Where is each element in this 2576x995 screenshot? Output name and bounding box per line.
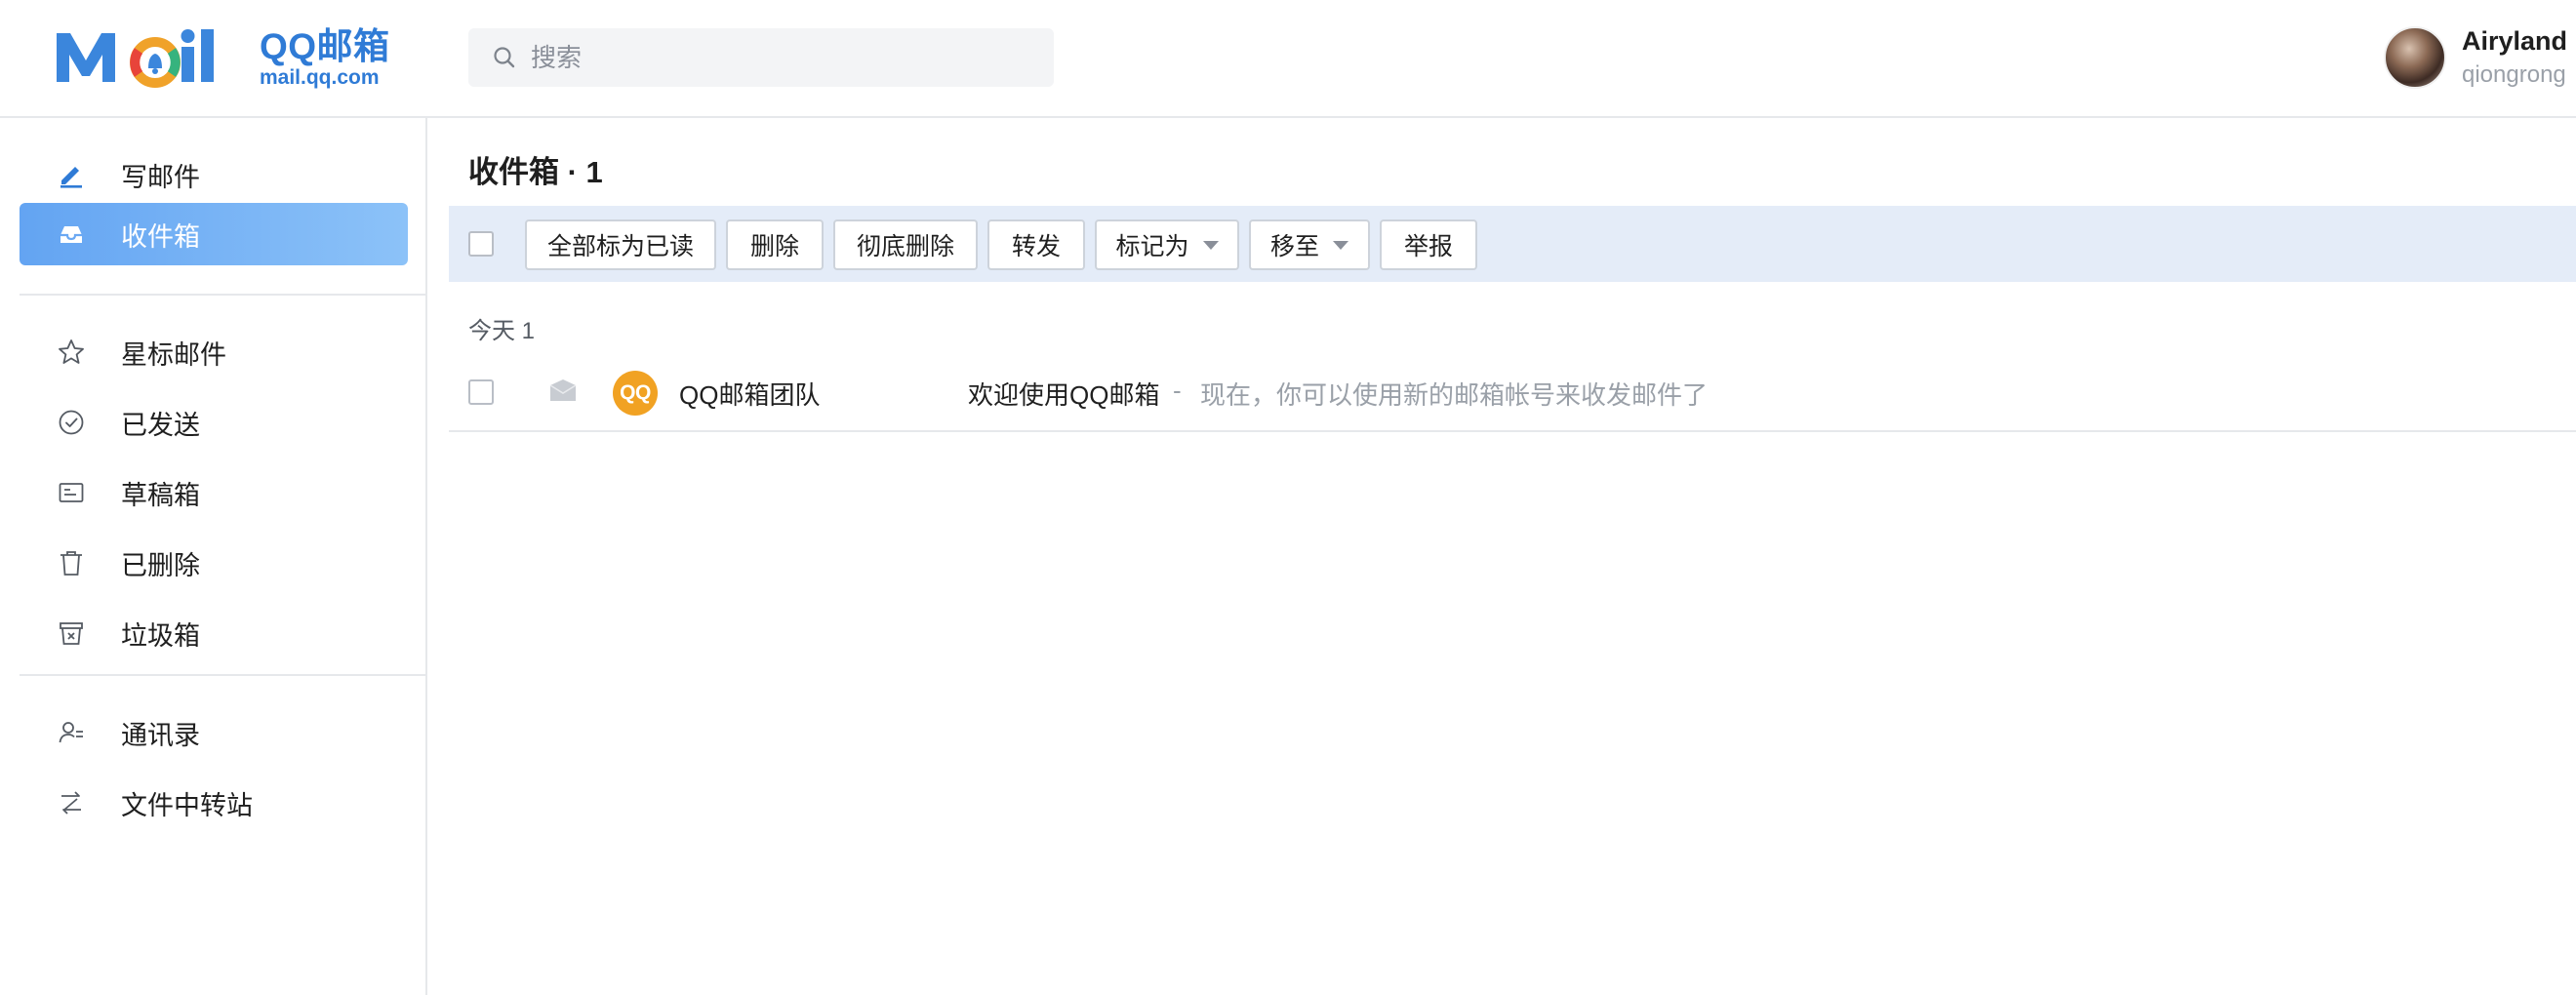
mark-all-read-button[interactable]: 全部标为已读 xyxy=(525,219,716,270)
forward-button[interactable]: 转发 xyxy=(987,219,1085,270)
move-to-dropdown[interactable]: 移至 xyxy=(1249,219,1370,270)
logo-title: QQ邮箱 xyxy=(260,26,390,66)
mail-list-item[interactable]: QQ QQ邮箱团队 欢迎使用QQ邮箱 - 现在，你可以使用新的邮箱帐号来收发邮件… xyxy=(449,352,2576,432)
mail-separator: - xyxy=(1173,376,1182,405)
top-header: QQ邮箱 mail.qq.com Airyland qiongrong xyxy=(0,0,2576,118)
sidebar-item-deleted[interactable]: 已删除 xyxy=(20,532,408,594)
sidebar-divider xyxy=(20,674,427,676)
sidebar-item-label: 已删除 xyxy=(121,550,200,580)
logo-domain: mail.qq.com xyxy=(260,66,380,89)
sidebar-item-inbox[interactable]: 收件箱 xyxy=(20,203,408,265)
inbox-icon xyxy=(60,226,82,243)
sidebar-item-label: 文件中转站 xyxy=(121,790,253,820)
sidebar-item-spam[interactable]: 垃圾箱 xyxy=(20,602,408,664)
mail-logo-icon xyxy=(57,29,214,88)
sender-avatar: QQ xyxy=(613,371,658,416)
avatar[interactable] xyxy=(2384,26,2446,89)
mail-subject: 欢迎使用QQ邮箱 xyxy=(968,380,1160,410)
compose-label: 写邮件 xyxy=(121,162,200,192)
mark-as-label: 标记为 xyxy=(1115,233,1189,260)
sidebar-item-drafts[interactable]: 草稿箱 xyxy=(20,461,408,524)
draft-icon xyxy=(59,483,84,502)
qq-mail-logo[interactable]: QQ邮箱 mail.qq.com xyxy=(57,23,390,94)
sidebar-item-sent[interactable]: 已发送 xyxy=(20,391,408,454)
user-info: Airyland qiongrong xyxy=(2462,23,2567,92)
sidebar-item-file-transfer[interactable]: 文件中转站 xyxy=(20,772,408,834)
star-icon xyxy=(59,339,84,364)
envelope-icon xyxy=(549,379,577,401)
pencil-icon xyxy=(60,167,82,188)
select-all-checkbox[interactable] xyxy=(468,231,494,257)
compose-button[interactable]: 写邮件 xyxy=(20,143,408,206)
chevron-down-icon xyxy=(1202,240,1219,250)
contacts-icon xyxy=(59,722,83,743)
user-profile[interactable]: Airyland qiongrong xyxy=(2384,25,2567,90)
sidebar-item-label: 草稿箱 xyxy=(121,480,200,510)
date-group-label: 今天 1 xyxy=(468,318,536,344)
chevron-down-icon xyxy=(1333,240,1348,250)
file-transfer-icon xyxy=(61,791,81,815)
sidebar-item-label: 垃圾箱 xyxy=(121,620,200,651)
sidebar: 写邮件 收件箱 星标邮件 已发送 草稿箱 已删除 垃圾箱 通讯录 文件中转站 xyxy=(0,118,427,995)
mark-as-dropdown[interactable]: 标记为 xyxy=(1095,219,1239,270)
move-to-label: 移至 xyxy=(1269,233,1319,260)
mail-checkbox[interactable] xyxy=(468,379,494,405)
folder-title: 收件箱 · 1 xyxy=(468,155,603,189)
mail-preview: 现在，你可以使用新的邮箱帐号来收发邮件了 xyxy=(1200,380,1709,410)
sidebar-divider xyxy=(20,294,427,296)
search-input[interactable] xyxy=(531,42,1019,73)
report-button[interactable]: 举报 xyxy=(1380,219,1477,270)
trash-icon xyxy=(60,551,82,576)
sidebar-item-label: 星标邮件 xyxy=(121,339,226,370)
logo-text: QQ邮箱 mail.qq.com xyxy=(260,27,390,90)
main-content: 收件箱 · 1 全部标为已读 删除 彻底删除 转发 标记为 移至 举报 今天 1 xyxy=(429,118,2576,995)
mail-toolbar: 全部标为已读 删除 彻底删除 转发 标记为 移至 举报 xyxy=(449,206,2576,282)
sidebar-item-contacts[interactable]: 通讯录 xyxy=(20,701,408,764)
sidebar-item-label: 通讯录 xyxy=(121,720,200,750)
delete-button[interactable]: 删除 xyxy=(726,219,824,270)
sidebar-item-label: 收件箱 xyxy=(121,221,200,252)
sidebar-item-starred[interactable]: 星标邮件 xyxy=(20,321,408,383)
search-icon xyxy=(494,47,515,68)
mail-sender: QQ邮箱团队 xyxy=(679,380,821,410)
user-email: qiongrong xyxy=(2462,61,2566,88)
search-box[interactable] xyxy=(468,28,1054,87)
mail-app: QQ邮箱 mail.qq.com Airyland qiongrong xyxy=(0,0,2576,995)
sidebar-item-label: 已发送 xyxy=(121,410,200,440)
user-name: Airyland xyxy=(2462,26,2568,56)
delete-permanently-button[interactable]: 彻底删除 xyxy=(833,219,978,270)
check-circle-icon xyxy=(59,410,84,435)
spam-icon xyxy=(60,622,83,645)
